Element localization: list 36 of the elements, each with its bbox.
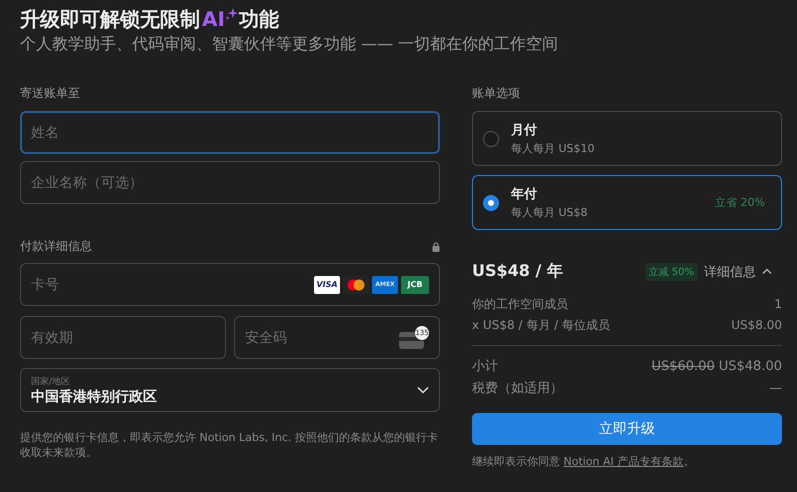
country-select[interactable]: 国家/地区 中国香港特别行政区 — [20, 368, 440, 412]
details-toggle[interactable]: 详细信息 — [698, 262, 782, 280]
billing-option[interactable]: 月付 每人每月 US$10 — [472, 111, 782, 166]
radio-button[interactable] — [483, 194, 499, 210]
lock-icon — [432, 242, 440, 252]
billing-option[interactable]: 年付 每人每月 US$8 立省 20% — [472, 175, 782, 230]
page-subtitle: 个人教学助手、代码审阅、智囊伙伴等更多功能 —— 一切都在你的工作空间 — [20, 34, 560, 55]
line-item-label: 你的工作空间成员 — [472, 296, 568, 313]
page-title: 升级即可解锁无限制AI 功能 — [20, 6, 279, 32]
mastercard-logo-icon — [343, 276, 369, 294]
visa-logo: VISA — [314, 276, 340, 294]
chevron-up-icon — [762, 268, 772, 275]
expiry-field[interactable]: 有效期 — [20, 316, 226, 359]
tax-label: 税费（如适用） — [472, 380, 563, 398]
payment-note: 提供您的银行卡信息，即表示您允许 Notion Labs, Inc. 按照他们的条款从您的银行卡收取未来款项。 — [20, 430, 439, 460]
chevron-down-icon — [417, 386, 429, 394]
terms-link[interactable]: Notion AI 产品专有条款 — [564, 455, 684, 468]
line-item-label: x US$8 / 每月 / 每位成员 — [472, 317, 610, 334]
subtotal-value: US$48.00 — [718, 358, 782, 376]
input-field[interactable]: 企业名称（可选） — [20, 161, 440, 204]
radio-button[interactable] — [483, 130, 499, 146]
jcb-logo: JCB — [401, 276, 429, 294]
section-label: 账单选项 — [472, 85, 520, 102]
line-item-value: 1 — [774, 296, 782, 313]
total-price: US$48 / 年 — [472, 261, 564, 282]
terms-text: 继续即表示你同意 Notion AI 产品专有条款。 — [472, 454, 696, 469]
section-label: 付款详细信息 — [20, 238, 92, 255]
discount-badge: 立减 50% — [644, 262, 698, 280]
tax-value: — — [769, 380, 782, 398]
old-price: US$60.00 — [651, 358, 715, 376]
subtotal-label: 小计 — [472, 358, 498, 376]
sparkle-icon — [224, 7, 239, 21]
input-field[interactable]: 姓名 — [20, 111, 440, 154]
line-item-value: US$8.00 — [731, 317, 782, 334]
section-label: 寄送账单至 — [20, 85, 80, 102]
upgrade-button[interactable]: 立即升级 — [472, 413, 782, 445]
